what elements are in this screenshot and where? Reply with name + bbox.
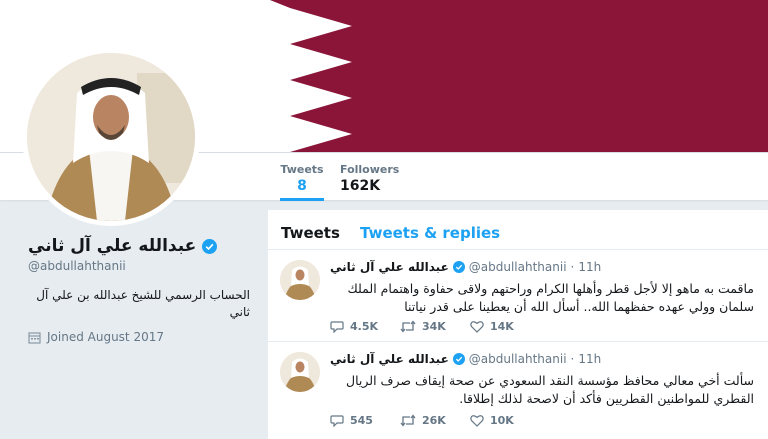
followers-stat-count: 162K bbox=[340, 178, 381, 194]
tweet-actions: 545 26K 10K bbox=[330, 414, 540, 427]
reply-button[interactable]: 545 bbox=[330, 414, 400, 427]
retweet-button[interactable]: 26K bbox=[400, 414, 470, 427]
tweet-text: ماقمت به ماهو إلا لأجل قطر وأهلها الكرام… bbox=[347, 281, 754, 314]
profile-name-text: عبدالله علي آل ثاني bbox=[28, 236, 197, 256]
joined-date-text: Joined August 2017 bbox=[47, 330, 164, 344]
verified-badge-icon bbox=[452, 353, 465, 365]
tweets-stat-count: 8 bbox=[297, 178, 307, 194]
reply-icon bbox=[330, 321, 344, 333]
retweet-icon bbox=[400, 414, 416, 427]
tweet-avatar[interactable] bbox=[280, 352, 320, 392]
tweet-timestamp[interactable]: 11h bbox=[578, 260, 601, 274]
retweet-count: 26K bbox=[422, 414, 446, 427]
heart-icon bbox=[470, 321, 484, 333]
retweet-icon bbox=[400, 320, 416, 333]
verified-badge-icon bbox=[452, 261, 465, 273]
tweets-stat[interactable]: Tweets 8 bbox=[280, 163, 324, 201]
profile-handle[interactable]: @abdullahthanii bbox=[28, 259, 126, 273]
reply-count: 4.5K bbox=[350, 320, 379, 333]
like-button[interactable]: 14K bbox=[470, 320, 540, 333]
tweet-actions: 4.5K 34K 14K bbox=[330, 320, 540, 333]
heart-icon bbox=[470, 415, 484, 427]
joined-date: Joined August 2017 bbox=[28, 330, 164, 344]
profile-avatar[interactable] bbox=[22, 48, 200, 226]
followers-stat-label: Followers bbox=[340, 163, 400, 176]
reply-button[interactable]: 4.5K bbox=[330, 320, 400, 333]
tweet-separator: · bbox=[570, 260, 575, 274]
like-button[interactable]: 10K bbox=[470, 414, 540, 427]
avatar-image bbox=[27, 53, 195, 221]
tweet[interactable]: عبدالله علي آل ثاني @abdullahthanii · 11… bbox=[268, 342, 768, 439]
reply-icon bbox=[330, 415, 344, 427]
tweet[interactable]: عبدالله علي آل ثاني @abdullahthanii · 11… bbox=[268, 250, 768, 342]
profile-bio: الحساب الرسمي للشيخ عبدالله بن علي آل ثا… bbox=[36, 288, 250, 319]
tab-tweets[interactable]: Tweets bbox=[281, 224, 340, 242]
like-count: 14K bbox=[490, 320, 514, 333]
verified-badge-icon bbox=[202, 238, 218, 254]
tweet-author-name[interactable]: عبدالله علي آل ثاني bbox=[330, 260, 449, 274]
tweet-timestamp[interactable]: 11h bbox=[578, 352, 601, 366]
retweet-button[interactable]: 34K bbox=[400, 320, 470, 333]
followers-stat[interactable]: Followers 162K bbox=[340, 163, 399, 194]
tweet-text: سألت أخي معالي محافظ مؤسسة النقد السعودي… bbox=[346, 373, 754, 406]
tweet-author-name[interactable]: عبدالله علي آل ثاني bbox=[330, 352, 449, 366]
like-count: 10K bbox=[490, 414, 514, 427]
tweet-header: عبدالله علي آل ثاني @abdullahthanii · 11… bbox=[330, 352, 601, 366]
tweet-avatar[interactable] bbox=[280, 260, 320, 300]
profile-name[interactable]: عبدالله علي آل ثاني bbox=[28, 236, 218, 256]
tweets-stat-label: Tweets bbox=[280, 163, 324, 176]
tweet-author-handle[interactable]: @abdullahthanii bbox=[469, 352, 567, 366]
tab-tweets-and-replies[interactable]: Tweets & replies bbox=[360, 224, 500, 242]
reply-count: 545 bbox=[350, 414, 373, 427]
tweet-author-handle[interactable]: @abdullahthanii bbox=[469, 260, 567, 274]
retweet-count: 34K bbox=[422, 320, 446, 333]
tweet-header: عبدالله علي آل ثاني @abdullahthanii · 11… bbox=[330, 260, 601, 274]
timeline-tabs: Tweets Tweets & replies bbox=[268, 210, 768, 250]
timeline: Tweets Tweets & replies عبدالله علي آل ث… bbox=[268, 210, 768, 439]
calendar-icon bbox=[28, 331, 41, 344]
tweet-separator: · bbox=[570, 352, 575, 366]
